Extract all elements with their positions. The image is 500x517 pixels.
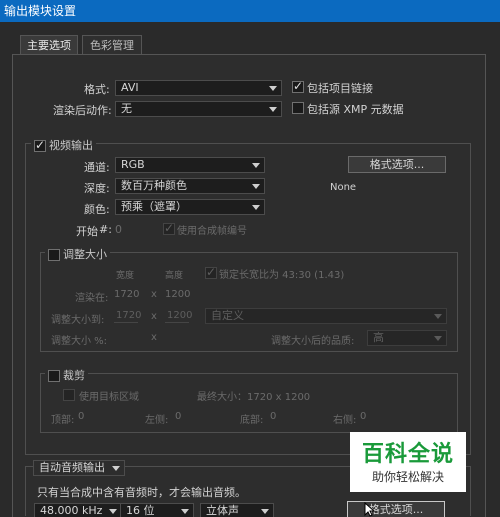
resize-quality-dropdown[interactable]: 高 [367, 330, 447, 346]
video-format-options-button[interactable]: 格式选项... [348, 156, 446, 173]
percent-x: x [151, 332, 157, 343]
color-value: 预乘（遮罩） [121, 200, 187, 213]
resize-checkbox[interactable] [48, 249, 60, 261]
post-render-dropdown[interactable]: 无 [115, 101, 282, 117]
audio-rate-dropdown[interactable]: 48.000 kHz [34, 503, 122, 517]
chevron-down-icon [252, 184, 260, 189]
crop-left-label: 左侧: [145, 415, 169, 426]
render-width-value: 1720 [114, 289, 140, 300]
chevron-down-icon [112, 466, 120, 471]
audio-info-text: 只有当合成中含有音频时，才会输出音频。 [37, 486, 246, 499]
audio-channels-value: 立体声 [206, 504, 239, 517]
include-xmp-checkbox[interactable] [292, 102, 304, 114]
chevron-down-icon [269, 86, 277, 91]
channels-label: 通道: [84, 161, 110, 174]
crop-top-label: 顶部: [51, 415, 75, 426]
crop-label: 裁剪 [63, 369, 85, 382]
depth-dropdown[interactable]: 数百万种颜色 [115, 178, 265, 194]
codec-text: None [330, 182, 357, 193]
color-label: 颜色: [84, 203, 110, 216]
video-output-label: 视频输出 [49, 139, 93, 152]
post-render-value: 无 [121, 102, 132, 115]
tab-color-management[interactable]: 色彩管理 [82, 35, 142, 55]
color-dropdown[interactable]: 预乘（遮罩） [115, 199, 265, 215]
crop-final-size: 最终大小：1720 x 1200 [197, 392, 311, 403]
resize-label: 调整大小 [63, 248, 107, 261]
crop-title: 裁剪 [45, 367, 88, 383]
crop-top-value[interactable]: 0 [78, 411, 84, 422]
resize-preset-dropdown[interactable]: 自定义 [205, 308, 447, 324]
crop-bottom-value[interactable]: 0 [270, 411, 276, 422]
resize-x: x [151, 311, 157, 322]
use-comp-frame-checkbox[interactable] [163, 221, 175, 235]
video-output-checkbox[interactable] [34, 138, 46, 152]
chevron-down-icon [434, 314, 442, 319]
post-render-label: 渲染后动作: [53, 104, 112, 117]
format-label: 格式: [84, 83, 110, 96]
width-header: 宽度 [116, 271, 135, 281]
include-project-link-checkbox[interactable] [292, 79, 304, 93]
lock-aspect-label: 锁定长宽比为 43:30 (1.43) [219, 270, 345, 281]
watermark-sub-text: 助你轻松解决 [371, 470, 444, 484]
start-label: 开始 [76, 225, 98, 238]
resize-percent-label: 调整大小 %: [51, 336, 108, 347]
audio-rate-value: 48.000 kHz [40, 504, 103, 517]
resize-quality-value: 高 [373, 331, 384, 344]
chevron-down-icon [252, 163, 260, 168]
render-at-label: 渲染在: [75, 293, 109, 304]
channels-dropdown[interactable]: RGB [115, 157, 265, 173]
crop-bottom-label: 底部: [240, 415, 264, 426]
start-value: 0 [115, 223, 122, 236]
audio-channels-dropdown[interactable]: 立体声 [200, 503, 274, 517]
resize-height-field[interactable]: 1200 [165, 309, 192, 323]
use-comp-frame-label: 使用合成帧编号 [177, 226, 247, 237]
resize-preset-value: 自定义 [211, 309, 244, 322]
format-dropdown[interactable]: AVI [115, 80, 282, 96]
resize-width-field[interactable]: 1720 [114, 309, 141, 323]
mouse-cursor-icon [364, 502, 376, 517]
watermark-logo-text: 百科全说 [361, 442, 454, 467]
audio-mode-dropdown[interactable]: 自动音频输出 [33, 460, 125, 476]
resize-quality-label: 调整大小后的品质: [271, 336, 355, 347]
window-title: 输出模块设置 [0, 0, 500, 22]
resize-to-label: 调整大小到: [51, 315, 105, 326]
audio-format-options-button[interactable]: 格式选项... [347, 501, 445, 517]
audio-bits-dropdown[interactable]: 16 位 [120, 503, 194, 517]
crop-right-value[interactable]: 0 [360, 411, 366, 422]
include-xmp-label: 包括源 XMP 元数据 [307, 103, 404, 116]
chevron-down-icon [109, 509, 117, 514]
watermark: 百科全说 助你轻松解决 [350, 432, 466, 492]
chevron-down-icon [434, 336, 442, 341]
chevron-down-icon [269, 107, 277, 112]
depth-value: 数百万种颜色 [121, 179, 187, 192]
chevron-down-icon [181, 509, 189, 514]
render-height-value: 1200 [165, 289, 191, 300]
height-header: 高度 [165, 271, 184, 281]
start-hash-label: #: [99, 223, 112, 236]
crop-left-value[interactable]: 0 [175, 411, 181, 422]
crop-checkbox[interactable] [48, 370, 60, 382]
chevron-down-icon [261, 509, 269, 514]
lock-aspect-checkbox[interactable] [205, 265, 217, 279]
include-project-link-label: 包括项目链接 [307, 82, 373, 95]
chevron-down-icon [252, 205, 260, 210]
channels-value: RGB [121, 158, 145, 171]
audio-mode-value: 自动音频输出 [39, 461, 105, 474]
use-roi-checkbox[interactable] [63, 389, 75, 401]
use-roi-label: 使用目标区域 [79, 392, 139, 403]
video-output-title: 视频输出 [31, 137, 96, 153]
render-x: x [151, 289, 157, 300]
audio-bits-value: 16 位 [126, 504, 155, 517]
tab-main-options[interactable]: 主要选项 [20, 35, 78, 55]
format-value: AVI [121, 81, 139, 94]
resize-title: 调整大小 [45, 246, 110, 262]
depth-label: 深度: [84, 182, 110, 195]
crop-right-label: 右侧: [333, 415, 357, 426]
